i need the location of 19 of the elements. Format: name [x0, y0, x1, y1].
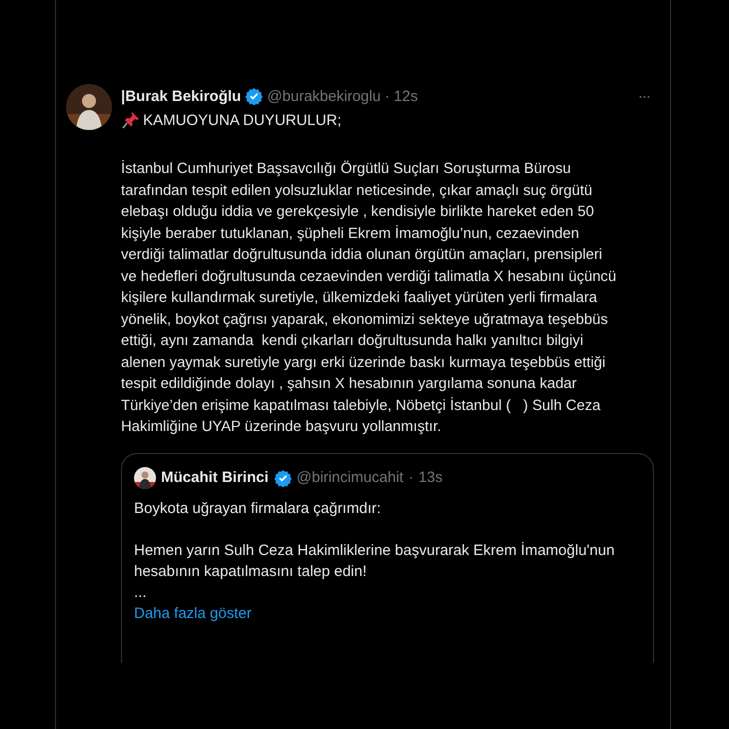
- author-handle[interactable]: @birincimucahit: [296, 469, 404, 486]
- quoted-post-text: Boykota uğrayan firmalara çağrımdır:: [134, 498, 382, 518]
- more-button[interactable]: ···: [634, 88, 654, 104]
- quoted-post-text: ...: [134, 582, 148, 602]
- show-more-link[interactable]: Daha fazla göster: [134, 604, 252, 622]
- post-text: İstanbul Cumhuriyet Başsavcılığı Örgütlü Suçları Soruşturma Bürosu tarafından tespit edilen yolsuzluklar neticesinde, çıkar amaçlı suç örgütü elebaşı olduğu iddia ve gerekçesiyle , kendisiyle birlikte hareket eden 50 kişiyle beraber tutuklanan, şüpheli Ekrem İmamoğlu’nun, cezaevinden verdiği talimatlar doğrultusunda iddia olunan örgütün amaçları, prensipleri ve hedefleri doğrultusunda cezaevinden verdiği talimatla X hesabını üçüncü kişilere kullandırmak suretiyle, ülkemizdeki faaliyet yürüten yerli firmalara yönelik, boykot çağrısı yaparak, ekonomimizi sekteye uğratmaya teşebbüs ettiği, aynı zamanda kendi çıkarları doğrultusunda halkı yanıltıcı bilgiyi alenen yaymak suretiyle yargı erki üzerinde baskı kurmaya teşebbüs ettiği tespit edildiğinde dolayı , şahsın X hesabının yargılama sonuna kadar Türkiye’den erişime kapatılması talebiyle, Nöbetçi İstanbul ( ) Sulh Ceza Hakimliğine UYAP üzerinde başvuru yollanmıştır.: [121, 159, 618, 437]
- quoted-post-card[interactable]: Mücahit Birinci @birincimucahit · 13s Boykota uğrayan firmalara çağrımdır: Hemen yarın Sulh Ceza Hakimliklerine başvurarak Ekrem İmamoğlu'nun hesabının kapatılmasını talep edin! ... Daha fazla göster: [121, 452, 654, 662]
- separator: ·: [384, 88, 390, 104]
- post-time[interactable]: 12s: [394, 88, 418, 104]
- avatar[interactable]: [66, 84, 112, 130]
- post-time[interactable]: 13s: [418, 469, 443, 486]
- quoted-post-text: Hemen yarın Sulh Ceza Hakimliklerine başvurarak Ekrem İmamoğlu'nun hesabının kapatılmasını talep edin!: [134, 540, 616, 582]
- post-headline: KAMUOYUNA DUYURULUR;: [143, 112, 342, 128]
- author-handle[interactable]: @burakbekiroglu: [267, 88, 381, 104]
- pushpin-icon: [121, 110, 141, 130]
- avatar[interactable]: [134, 466, 156, 488]
- author-name[interactable]: |Burak Bekiroğlu: [121, 88, 242, 104]
- author-name[interactable]: Mücahit Birinci: [161, 469, 269, 486]
- separator: ·: [408, 469, 414, 486]
